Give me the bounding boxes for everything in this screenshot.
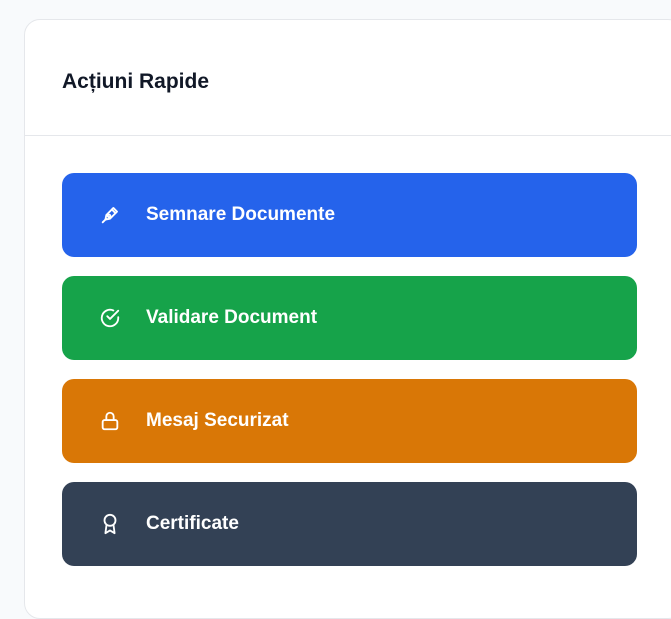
validate-document-label: Validare Document <box>146 307 318 328</box>
validate-document-button[interactable]: Validare Document <box>62 276 637 360</box>
award-icon <box>98 512 122 536</box>
secure-message-label: Mesaj Securizat <box>146 410 289 431</box>
check-circle-icon <box>98 306 122 330</box>
card-header: Acțiuni Rapide <box>25 20 671 136</box>
sign-documents-button[interactable]: Semnare Documente <box>62 173 637 257</box>
lock-icon <box>98 409 122 433</box>
quick-actions-list: Semnare Documente Validare Document Mesa… <box>62 173 637 585</box>
quick-actions-card: Acțiuni Rapide Semnare Documente Validar… <box>24 19 671 619</box>
sign-documents-label: Semnare Documente <box>146 204 336 225</box>
certificates-button[interactable]: Certificate <box>62 482 637 566</box>
pen-tool-icon <box>98 203 122 227</box>
secure-message-button[interactable]: Mesaj Securizat <box>62 379 637 463</box>
certificates-label: Certificate <box>146 513 239 534</box>
card-title: Acțiuni Rapide <box>62 70 210 93</box>
